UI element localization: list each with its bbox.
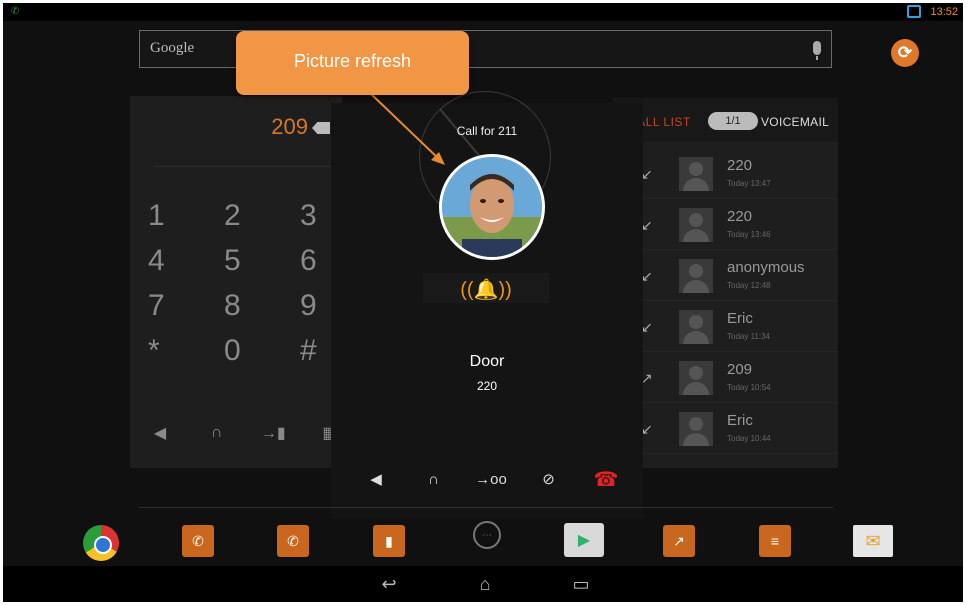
key-4[interactable]: 4 [148,245,224,276]
back-icon[interactable]: ↩ [369,572,409,596]
face-illustration [442,157,542,257]
settings-app-icon[interactable]: ≡ [759,525,791,557]
status-bar: ✆ 13:52 [3,3,963,21]
divider [154,166,334,167]
ringing-band: ((🔔)) [423,273,549,303]
call-history-app-icon[interactable]: ✆ [277,525,309,557]
navigation-bar: ↩ ⌂ ▭ [3,566,963,602]
dialer-widget: 209 1 2 3 4 5 6 7 8 9 * 0 # ◀ ∩ →▮ ▦ [130,96,342,468]
call-actions: ◀ ∩ →oo ⊘ ☎ [361,468,621,491]
dial-number-display: 209 [271,114,308,139]
speaker-icon[interactable]: ◀ [150,425,170,442]
caller-name: 220 [727,157,753,174]
phone-app-icon[interactable]: ✆ [182,525,214,557]
list-item[interactable]: ↙ 220 Today 13:47 [613,148,838,199]
key-8[interactable]: 8 [224,290,300,321]
transfer-app-icon[interactable]: ↗ [663,525,695,557]
call-time: Today 12:48 [727,281,771,290]
headset-icon[interactable]: ∩ [419,468,449,490]
list-item[interactable]: ↗ 209 Today 10:54 [613,352,838,403]
recent-apps-icon[interactable]: ▭ [561,572,601,596]
bell-icon: ((🔔)) [460,279,512,301]
caller-name: 209 [727,361,753,378]
key-2[interactable]: 2 [224,200,300,231]
android-home-screen: ✆ 13:52 Google ⟳ 209 1 2 3 4 5 6 7 8 9 *… [3,3,963,602]
caller-photo-image [442,157,542,257]
caller-name: anonymous [727,259,805,276]
voicemail-icon[interactable]: →oo [475,468,507,490]
list-item[interactable]: ↙ 220 Today 13:46 [613,199,838,250]
avatar [679,412,713,446]
play-store-icon[interactable]: ▶ [564,523,604,557]
list-item[interactable]: ↙ anonymous Today 12:48 [613,250,838,301]
caller-name: Door [469,353,505,370]
call-list-header: CALL LIST 1/1 VOICEMAIL [613,98,838,142]
dialer-toolbar: ◀ ∩ →▮ ▦ [150,424,340,446]
avatar [679,259,713,293]
call-counter-badge: 1/1 [708,112,758,130]
speaker-icon[interactable]: ◀ [361,468,391,490]
tab-voicemail[interactable]: VOICEMAIL [761,115,829,129]
avatar [679,310,713,344]
caller-photo[interactable] [439,154,545,260]
annotation-callout: Picture refresh [236,31,469,95]
caller-name: Eric [727,310,753,327]
avatar [679,157,713,191]
refresh-icon[interactable]: ⟳ [891,39,919,67]
search-placeholder: Google [150,40,195,56]
app-dock: ✆ ✆ ▮ ⋯ ▶ ↗ ≡ ✉ [3,515,963,565]
keypad: 1 2 3 4 5 6 7 8 9 * 0 # [148,200,348,366]
dock-divider [139,507,833,508]
all-apps-icon[interactable]: ⋯ [473,521,501,549]
incoming-call-panel: Call for 211 ((🔔)) Door 220 ◀ ∩ →oo ⊘ ☎ [331,91,643,518]
key-0[interactable]: 0 [224,335,300,366]
call-title: Call for 211 [456,124,518,138]
caller-number: 220 [476,379,498,393]
mute-ringer-icon[interactable]: ⊘ [534,468,564,490]
call-time: Today 13:46 [727,230,771,239]
chrome-icon[interactable] [83,525,119,561]
transfer-icon[interactable]: →▮ [261,425,286,442]
list-item[interactable]: ↙ Eric Today 11:34 [613,301,838,352]
call-list-widget: CALL LIST 1/1 VOICEMAIL ↙ 220 Today 13:4… [613,98,838,468]
key-7[interactable]: 7 [148,290,224,321]
key-5[interactable]: 5 [224,245,300,276]
avatar [679,208,713,242]
avatar [679,361,713,395]
call-time: Today 11:34 [727,332,770,341]
list-item[interactable]: ↙ Eric Today 10:44 [613,403,838,454]
headset-icon[interactable]: ∩ [207,424,227,441]
caller-name: 220 [727,208,753,225]
call-time: Today 10:54 [727,383,771,392]
notification-icon [907,5,921,18]
callout-label: Picture refresh [293,51,412,71]
caller-name: Eric [727,412,753,429]
call-time: Today 13:47 [727,179,771,188]
door-app-icon[interactable]: ▮ [373,525,405,557]
key-1[interactable]: 1 [148,200,224,231]
mail-icon[interactable]: ✉ [853,525,893,557]
microphone-icon[interactable] [813,41,821,60]
home-icon[interactable]: ⌂ [465,572,505,596]
hangup-icon[interactable]: ☎ [591,468,621,491]
key-star[interactable]: * [148,335,224,366]
phone-icon: ✆ [11,6,20,17]
status-time: 13:52 [930,6,958,18]
call-time: Today 10:44 [727,434,771,443]
